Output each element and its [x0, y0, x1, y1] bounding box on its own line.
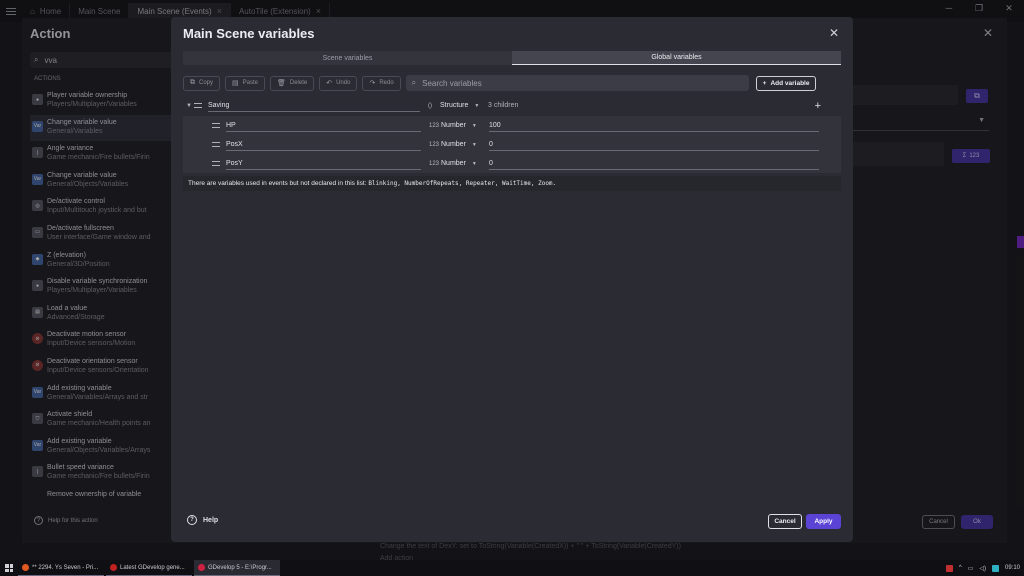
undo-button[interactable]: ↶ Undo	[319, 75, 358, 91]
undo-icon: ↶	[326, 80, 333, 87]
chevron-down-icon: ▼	[471, 160, 477, 167]
help-label: Help	[203, 516, 219, 524]
trash-icon: 🗑︎	[276, 80, 286, 87]
redo-button[interactable]: ↷ Redo	[362, 75, 401, 91]
button-label: Redo	[379, 80, 394, 86]
variables-toolbar: ⧉ Copy ▤ Paste 🗑︎ Delete ↶ Undo ↷ Redo ⌕ Sear…	[183, 75, 841, 91]
variable-type-select[interactable]: 123 Number ▼	[429, 141, 483, 148]
tray-app-icon[interactable]	[945, 564, 953, 572]
variables-dialog: Main Scene variables ✕ Scene variables G…	[171, 17, 853, 542]
variable-row-posx[interactable]: PosX 123 Number ▼ 0	[183, 135, 841, 154]
paste-button[interactable]: ▤ Paste	[225, 75, 265, 91]
tab-scene-variables[interactable]: Scene variables	[183, 51, 512, 65]
variable-value-field[interactable]: 0	[489, 157, 819, 170]
app-icon	[22, 564, 29, 571]
button-label: Paste	[242, 80, 258, 86]
app-label: GDevelop 5 - E:\Progr...	[208, 564, 272, 571]
variable-type-select[interactable]: () Structure ▼	[428, 102, 482, 109]
warning-text: There are variables used in events but n…	[188, 180, 367, 187]
tray-app-icon[interactable]	[991, 564, 999, 572]
chevron-down-icon: ▼	[471, 141, 477, 148]
volume-icon[interactable]: ◁)	[979, 565, 986, 572]
variable-name-field[interactable]: PosY	[226, 157, 421, 170]
windows-logo-icon	[5, 564, 13, 572]
number-icon: 123	[429, 141, 440, 148]
apply-button[interactable]: Apply	[806, 514, 841, 529]
number-icon: 123	[429, 122, 440, 129]
variable-row-posy[interactable]: PosY 123 Number ▼ 0	[183, 154, 841, 173]
children-count: 3 children	[488, 102, 519, 109]
variable-name-field[interactable]: Saving	[208, 99, 420, 112]
help-button[interactable]: ? Help	[187, 515, 218, 525]
type-label: Number	[441, 160, 466, 167]
search-icon: ⌕	[411, 78, 417, 87]
chevron-up-icon[interactable]: ^	[959, 565, 962, 571]
button-label: Add variable	[770, 79, 810, 87]
variable-row-hp[interactable]: HP 123 Number ▼ 100	[183, 116, 841, 135]
undeclared-variable-list: Blinking, NumberOfRepeats, Repeater, Wai…	[368, 180, 557, 187]
tab-global-variables[interactable]: Global variables	[512, 51, 841, 65]
app-label: Latest GDevelop gene...	[120, 564, 185, 571]
help-icon: ?	[187, 515, 197, 525]
add-child-icon[interactable]: +	[815, 100, 821, 112]
taskbar-app-active[interactable]: GDevelop 5 - E:\Progr...	[194, 560, 280, 576]
variable-value-field[interactable]: 0	[489, 138, 819, 151]
taskbar-app[interactable]: ** 2294. Ys Seven - Pri...	[18, 560, 104, 576]
chevron-down-icon: ▼	[471, 122, 477, 129]
variable-type-select[interactable]: 123 Number ▼	[429, 160, 483, 167]
variable-value-field[interactable]: 100	[489, 119, 819, 132]
chevron-down-icon: ▼	[474, 102, 480, 109]
network-icon[interactable]: ▭	[968, 565, 974, 572]
search-placeholder: Search variables	[422, 78, 482, 88]
type-label: Number	[441, 122, 466, 129]
clock[interactable]: 09:10	[1005, 565, 1020, 571]
structure-icon: ()	[428, 102, 432, 109]
app-label: ** 2294. Ys Seven - Pri...	[32, 564, 99, 571]
app-icon	[110, 564, 117, 571]
drag-handle-icon[interactable]	[212, 142, 220, 147]
dialog-title: Main Scene variables	[183, 26, 315, 41]
system-tray: ^ ▭ ◁) 09:10	[945, 560, 1020, 576]
undeclared-variables-warning: There are variables used in events but n…	[183, 176, 841, 191]
copy-icon: ⧉	[190, 79, 195, 86]
variable-name-field[interactable]: HP	[226, 119, 421, 132]
taskbar-app[interactable]: Latest GDevelop gene...	[106, 560, 192, 576]
variable-type-select[interactable]: 123 Number ▼	[429, 122, 483, 129]
type-label: Number	[441, 141, 466, 148]
search-variables-input[interactable]: ⌕ Search variables	[405, 75, 749, 91]
copy-button[interactable]: ⧉ Copy	[183, 75, 221, 91]
variable-row-saving[interactable]: ▼ Saving () Structure ▼ 3 children +	[183, 96, 841, 115]
drag-handle-icon[interactable]	[194, 103, 202, 108]
start-button[interactable]	[0, 560, 18, 576]
type-label: Structure	[440, 102, 469, 109]
variables-tabs: Scene variables Global variables	[183, 51, 841, 65]
button-label: Copy	[199, 80, 214, 86]
gdevelop-icon	[198, 564, 205, 571]
drag-handle-icon[interactable]	[212, 123, 220, 128]
os-taskbar: ** 2294. Ys Seven - Pri... Latest GDevel…	[0, 560, 1024, 576]
button-label: Undo	[336, 80, 351, 86]
redo-icon: ↷	[369, 80, 376, 87]
number-icon: 123	[429, 160, 440, 167]
button-label: Delete	[289, 80, 308, 86]
variable-name-field[interactable]: PosX	[226, 138, 421, 151]
chevron-down-icon[interactable]: ▼	[186, 103, 194, 109]
cancel-button[interactable]: Cancel	[768, 514, 802, 529]
drag-handle-icon[interactable]	[212, 161, 220, 166]
add-variable-button[interactable]: + Add variable	[755, 75, 817, 91]
paste-icon: ▤	[232, 80, 239, 87]
delete-button[interactable]: 🗑︎ Delete	[269, 75, 315, 91]
plus-icon: +	[762, 79, 767, 87]
close-icon[interactable]: ✕	[829, 26, 839, 40]
